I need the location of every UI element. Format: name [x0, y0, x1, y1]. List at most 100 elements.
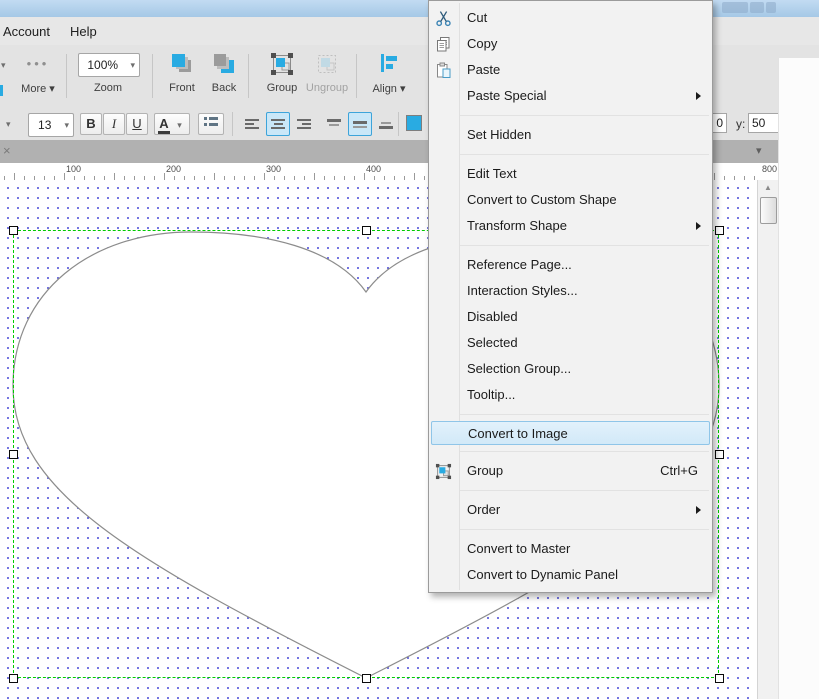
context-menu-item-reference-page[interactable]: Reference Page...	[429, 252, 712, 278]
align-right-button[interactable]	[292, 112, 316, 136]
context-menu-separator	[460, 245, 709, 246]
bring-to-front-icon	[170, 52, 194, 76]
bullet-list-button[interactable]	[198, 113, 224, 135]
menu-account[interactable]: Account	[0, 24, 60, 39]
align-left-button[interactable]	[240, 112, 264, 136]
context-menu-item-disabled[interactable]: Disabled	[429, 304, 712, 330]
ruler-tick	[414, 173, 415, 180]
align-center-button[interactable]	[266, 112, 290, 136]
maximize-button[interactable]	[750, 2, 764, 13]
context-menu-item-copy[interactable]: Copy	[429, 31, 712, 57]
selection-handle[interactable]	[9, 450, 18, 459]
context-menu-separator	[460, 414, 709, 415]
minimize-button[interactable]	[722, 2, 748, 13]
context-menu-item-transform-shape[interactable]: Transform Shape	[429, 213, 712, 239]
copy-icon	[435, 36, 452, 53]
context-menu-separator	[460, 529, 709, 530]
align-button[interactable]: Align ▾	[366, 45, 412, 105]
align-top-button[interactable]	[322, 112, 346, 136]
selection-handle[interactable]	[9, 226, 18, 235]
ruler-tick	[214, 173, 215, 180]
right-gap-panel	[778, 58, 819, 699]
group-button[interactable]: Group	[260, 45, 304, 105]
italic-button[interactable]: I	[103, 113, 125, 135]
bold-button[interactable]: B	[80, 113, 102, 135]
bring-to-front-button[interactable]: Front	[162, 45, 202, 105]
ungroup-icon	[315, 52, 339, 76]
selection-handle[interactable]	[362, 226, 371, 235]
send-to-back-button[interactable]: Back	[204, 45, 244, 105]
selection-handle[interactable]	[362, 674, 371, 683]
context-menu-item-order[interactable]: Order	[429, 497, 712, 523]
align-right-icon	[297, 118, 312, 131]
font-color-button[interactable]: A ▾	[154, 113, 190, 135]
toolbar-separator	[356, 54, 357, 98]
more-button[interactable]: ••• More ▾	[14, 45, 62, 105]
submenu-arrow-icon	[696, 222, 701, 230]
cut-icon	[435, 10, 452, 27]
selection-handle[interactable]	[715, 674, 724, 683]
context-menu-item-selection-group[interactable]: Selection Group...	[429, 356, 712, 382]
context-menu: Cut Copy PastePaste Special Set Hidden Edit …	[428, 0, 713, 593]
context-menu-item-edit-text[interactable]: Edit Text	[429, 161, 712, 187]
context-menu-item-label: Edit Text	[467, 166, 517, 181]
caret-down-icon: ▾	[60, 120, 73, 131]
ruler-tick	[714, 173, 715, 180]
bullet-list-icon	[203, 114, 219, 128]
font-select-caret-icon[interactable]: ▾	[6, 119, 11, 130]
context-menu-item-interaction-styles[interactable]: Interaction Styles...	[429, 278, 712, 304]
ungroup-button[interactable]: Ungroup	[303, 45, 351, 105]
context-menu-item-tooltip[interactable]: Tooltip...	[429, 382, 712, 408]
context-menu-item-label: Order	[467, 502, 500, 517]
close-tab-icon[interactable]: ×	[3, 143, 11, 158]
menu-help[interactable]: Help	[60, 24, 107, 39]
context-menu-item-label: Selection Group...	[467, 361, 571, 376]
selection-handle[interactable]	[715, 450, 724, 459]
submenu-arrow-icon	[696, 92, 701, 100]
selection-handle[interactable]	[715, 226, 724, 235]
clipped-button-icon	[0, 85, 3, 96]
toolbar-separator	[248, 54, 249, 98]
y-coordinate-field[interactable]: 50	[748, 113, 780, 133]
zoom-select[interactable]: 100% ▾	[78, 53, 140, 77]
context-menu-separator	[460, 490, 709, 491]
context-menu-item-convert-to-custom-shape[interactable]: Convert to Custom Shape	[429, 187, 712, 213]
ruler-tick	[14, 173, 15, 180]
align-left-icon	[245, 118, 260, 131]
context-menu-item-convert-to-dynamic-panel[interactable]: Convert to Dynamic Panel	[429, 562, 712, 588]
align-bottom-button[interactable]	[374, 112, 398, 136]
context-menu-item-paste[interactable]: Paste	[429, 57, 712, 83]
tab-overflow-caret-icon[interactable]: ▾	[756, 144, 762, 157]
context-menu-item-label: Copy	[467, 36, 497, 51]
ruler-label: 100	[66, 164, 81, 174]
ruler-label: 800	[762, 164, 777, 174]
vertical-scrollbar[interactable]: ▲	[757, 180, 778, 699]
zoom-value: 100%	[79, 58, 126, 72]
fill-color-swatch[interactable]	[406, 115, 422, 131]
align-icon	[378, 52, 400, 74]
context-menu-item-label: Group	[467, 463, 503, 478]
context-menu-item-label: Cut	[467, 10, 487, 25]
context-menu-item-selected[interactable]: Selected	[429, 330, 712, 356]
underline-button[interactable]: U	[126, 113, 148, 135]
toolbar-separator	[232, 112, 233, 136]
context-menu-item-paste-special[interactable]: Paste Special	[429, 83, 712, 109]
scroll-up-arrow-icon[interactable]: ▲	[758, 183, 778, 192]
ruler-label: 200	[166, 164, 181, 174]
selection-handle[interactable]	[9, 674, 18, 683]
back-label: Back	[204, 82, 244, 94]
font-size-select[interactable]: 13 ▾	[28, 113, 74, 137]
toolbar-separator	[398, 112, 399, 136]
font-color-letter: A	[158, 116, 169, 134]
context-menu-item-label: Reference Page...	[467, 257, 572, 272]
context-menu-item-set-hidden[interactable]: Set Hidden	[429, 122, 712, 148]
front-label: Front	[162, 82, 202, 94]
scrollbar-thumb[interactable]	[760, 197, 777, 224]
context-menu-item-convert-to-master[interactable]: Convert to Master	[429, 536, 712, 562]
ruler-label: 300	[266, 164, 281, 174]
close-button[interactable]	[766, 2, 776, 13]
context-menu-item-convert-to-image[interactable]: Convert to Image	[431, 421, 710, 445]
context-menu-item-group[interactable]: GroupCtrl+G	[429, 458, 712, 484]
context-menu-item-cut[interactable]: Cut	[429, 5, 712, 31]
align-middle-button[interactable]	[348, 112, 372, 136]
